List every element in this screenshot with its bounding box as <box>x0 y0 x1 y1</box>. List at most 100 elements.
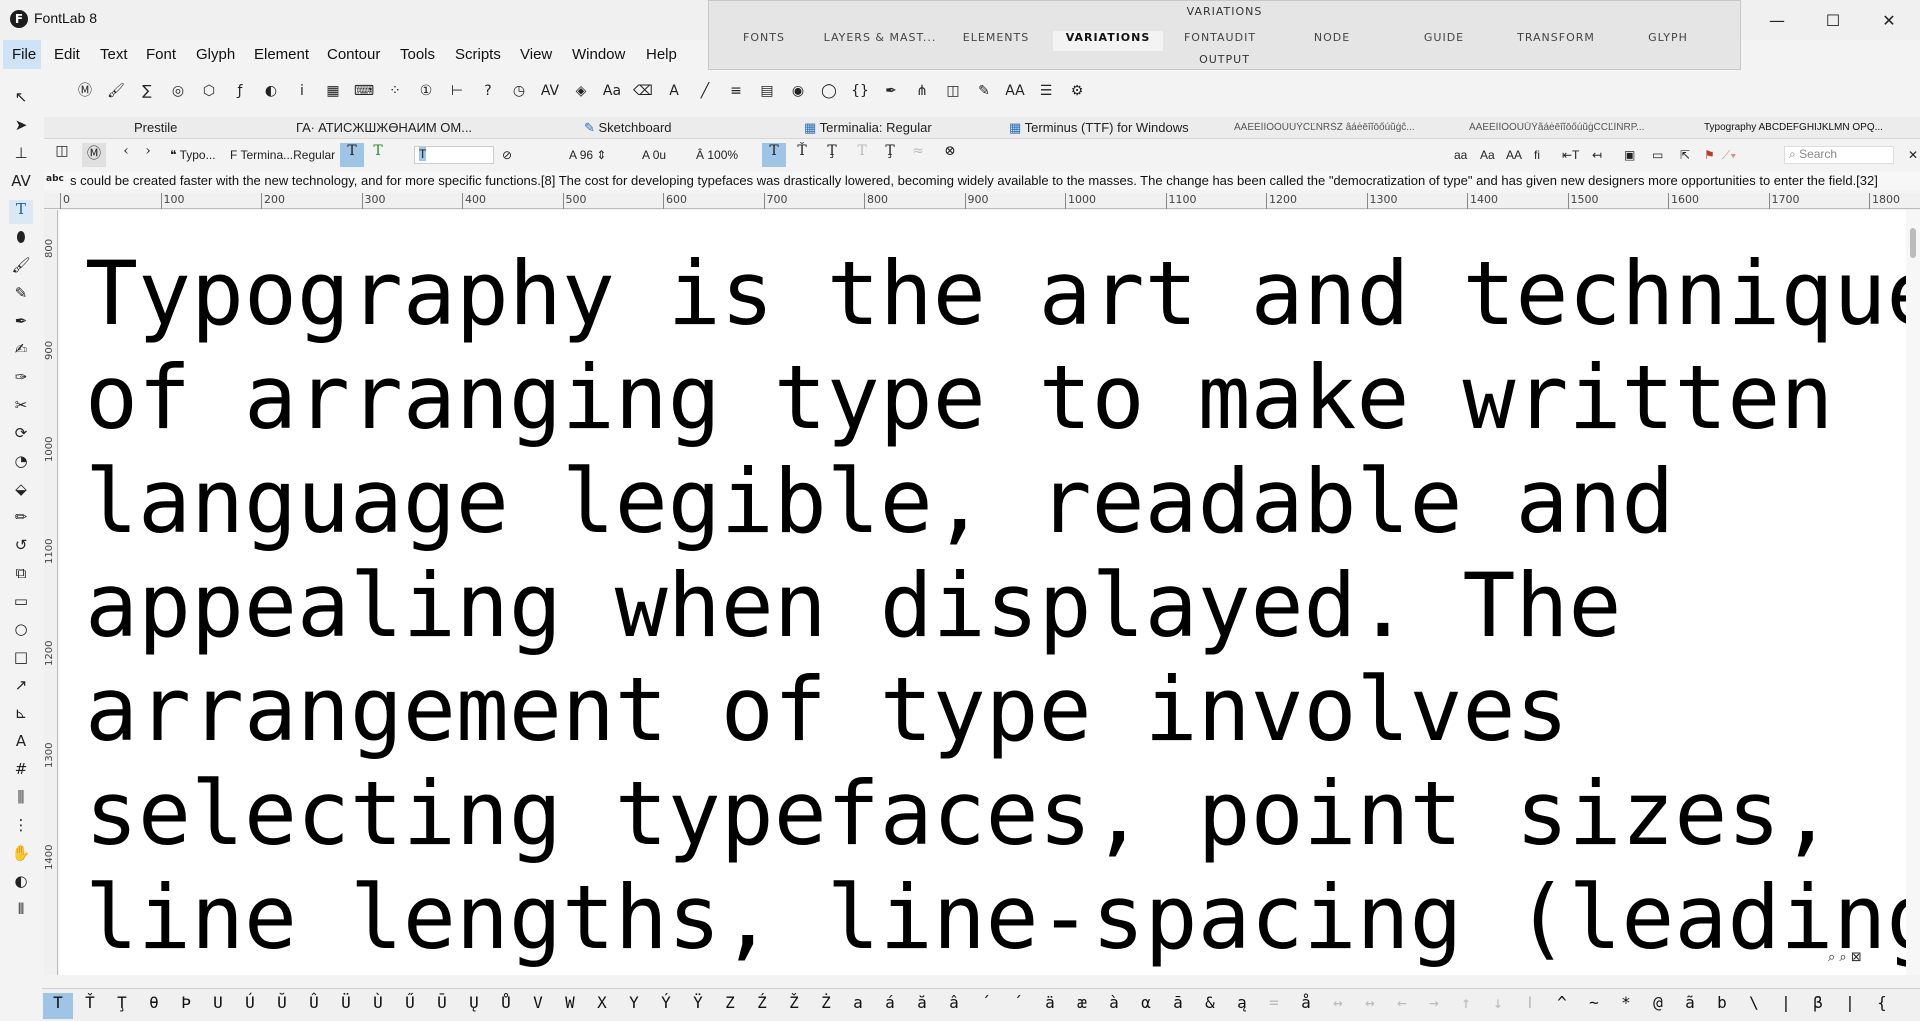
frame-icon[interactable]: ▣ <box>1624 148 1635 162</box>
glyph-cell[interactable]: Ŭ <box>267 993 297 1019</box>
tool-button[interactable]: ✒ <box>9 312 33 336</box>
tool-button[interactable]: ◐ <box>9 872 33 896</box>
knife-icon[interactable]: ╱ <box>694 80 716 102</box>
glyph-cell[interactable]: \ <box>1739 993 1769 1019</box>
glyph-cell[interactable]: ã <box>1675 993 1705 1019</box>
info-icon[interactable]: i <box>291 80 313 102</box>
glyph-cell[interactable]: Ý <box>651 993 681 1019</box>
text-line-strip[interactable]: abc s could be created faster with the n… <box>44 172 1920 190</box>
glyph-cell[interactable]: Ü <box>331 993 361 1019</box>
shapes-icon[interactable]: ◫ <box>942 80 964 102</box>
zoom-tool-icons[interactable]: ⌕ ⌕ ⊠ <box>1828 950 1862 965</box>
tool-button[interactable]: ✂ <box>9 396 33 420</box>
glyph-cell[interactable]: Ż <box>811 993 841 1019</box>
glyph-cell[interactable]: Ť <box>75 993 105 1019</box>
glyph-cell[interactable]: â <box>939 993 969 1019</box>
glyph-cell[interactable]: Ů <box>491 993 521 1019</box>
case-title-icon[interactable]: Aa <box>1480 148 1495 162</box>
glyph-cell[interactable]: X <box>587 993 617 1019</box>
tree-icon[interactable]: ⋔ <box>911 80 933 102</box>
palette-icon[interactable]: ◎ <box>167 80 189 102</box>
glyph-cell[interactable]: ´ <box>1003 993 1033 1019</box>
text-name[interactable]: ❝ Typo... <box>170 148 216 162</box>
tool-button[interactable]: ⊥ <box>9 144 33 168</box>
tool-button[interactable]: ↗ <box>9 676 33 700</box>
menu-view[interactable]: View <box>520 46 552 63</box>
close-bar-icon[interactable]: ✕ <box>1908 148 1918 162</box>
tool-button[interactable]: ⋮ <box>9 816 33 840</box>
doc-tab-accents-1[interactable]: ĀĂĖĒĪĪŌŐŪŬŸĈĽŇŔŠŽ âáėēīĭōőúŭġĉ... <box>1234 122 1439 133</box>
tool-button[interactable]: ⦀ <box>9 900 33 924</box>
minimize-button[interactable]: — <box>1749 0 1805 40</box>
glyph-cell[interactable]: ↔ <box>1355 993 1385 1019</box>
glyph-cell[interactable]: ~ <box>1579 993 1609 1019</box>
prev-icon[interactable]: ‹ <box>114 143 138 167</box>
help-icon[interactable]: ? <box>477 80 499 102</box>
moon-icon[interactable]: ◐ <box>260 80 282 102</box>
glyph-cell[interactable]: æ <box>1067 993 1097 1019</box>
tool-button[interactable]: ✎ <box>9 284 33 308</box>
text-aa-icon[interactable]: Aa <box>601 80 623 102</box>
tool-button[interactable]: 🖌 <box>9 256 33 280</box>
glyph-cell[interactable]: ä <box>1035 993 1065 1019</box>
tool-button[interactable]: ✋ <box>9 844 33 868</box>
tool-button[interactable]: ✍ <box>9 340 33 364</box>
aa-icon[interactable]: AA <box>1004 80 1026 102</box>
menu-tools[interactable]: Tools <box>400 46 435 63</box>
glasses-icon[interactable]: ⊗ <box>938 143 962 167</box>
search-input[interactable]: ⌕ Search <box>1784 146 1894 164</box>
glyph-cell[interactable]: Ú <box>235 993 265 1019</box>
glyph-cell[interactable]: | <box>1771 993 1801 1019</box>
text-canvas[interactable]: Typography is the art and technique of ar… <box>59 210 1906 975</box>
sigma-icon[interactable]: ∑ <box>136 80 158 102</box>
menu-font[interactable]: Font <box>146 46 176 63</box>
tool-button[interactable]: ⫼ <box>9 788 33 812</box>
tool-button[interactable]: ▭ <box>9 592 33 616</box>
master-icon[interactable]: Ⓜ <box>82 143 106 167</box>
window-icon[interactable]: ▭ <box>1652 148 1663 162</box>
flag-icon[interactable]: ⚑ <box>1704 148 1715 162</box>
text-box-icon[interactable]: A <box>663 80 685 102</box>
glyph-cell[interactable]: Ű <box>395 993 425 1019</box>
glyph-input[interactable]: T <box>414 146 494 164</box>
doc-tab-prestile[interactable]: Prestile <box>134 120 244 135</box>
glyph-cell[interactable]: | <box>1835 993 1865 1019</box>
menu-edit[interactable]: Edit <box>54 46 80 63</box>
tool-button[interactable]: ⧉ <box>9 564 33 588</box>
tool-button[interactable]: A <box>9 732 33 756</box>
sidebar-toggle-icon[interactable]: ◫ <box>50 143 74 167</box>
align-b-button[interactable]: Ţ <box>820 143 844 167</box>
vertical-ruler[interactable]: 800 900 1000 1100 1200 1300 1400 <box>44 210 58 975</box>
glyph-cell[interactable]: b <box>1707 993 1737 1019</box>
tool-button[interactable]: AV <box>9 172 33 196</box>
align-top-button[interactable]: T <box>762 143 786 167</box>
glyph-cell[interactable]: Ù <box>363 993 393 1019</box>
eye-icon[interactable]: ◉ <box>787 80 809 102</box>
tracking-field[interactable]: A 0u <box>642 148 666 162</box>
tab-layers-masters[interactable]: LAYERS & MAST... <box>821 31 939 51</box>
font-size-field[interactable]: A 96 ⇕ <box>569 148 606 162</box>
line-color-icon[interactable]: ⟋▾ <box>1722 148 1736 163</box>
glyph-cell[interactable]: ǀ <box>1515 993 1545 1019</box>
glyph-cell[interactable]: ă <box>907 993 937 1019</box>
glyph-cell[interactable]: ´ <box>971 993 1001 1019</box>
glyph-cell[interactable]: Ų <box>459 993 489 1019</box>
list-icon[interactable]: ☰ <box>1035 80 1057 102</box>
layers-icon[interactable]: ◈ <box>570 80 592 102</box>
glyph-cell[interactable]: → <box>1419 993 1449 1019</box>
glyph-cell[interactable]: * <box>1611 993 1641 1019</box>
tab-glyph[interactable]: GLYPH <box>1613 31 1723 51</box>
glyph-cell[interactable]: á <box>875 993 905 1019</box>
vertical-scrollbar[interactable] <box>1906 210 1920 975</box>
align-c-button[interactable]: T <box>850 143 874 167</box>
glyph-cell[interactable]: ← <box>1387 993 1417 1019</box>
glyph-cell[interactable]: W <box>555 993 585 1019</box>
pen-icon[interactable]: ✎ <box>973 80 995 102</box>
tab-fontaudit[interactable]: FONTAUDIT <box>1165 31 1275 51</box>
glyph-cell[interactable]: β <box>1803 993 1833 1019</box>
tool-button[interactable]: ➤ <box>9 116 33 140</box>
glyph-cell[interactable]: α <box>1131 993 1161 1019</box>
doc-tab-typography[interactable]: Typography ABCDEFGHIJKLMN OPQ... <box>1704 122 1914 133</box>
tool-button[interactable]: ↺ <box>9 536 33 560</box>
grid-dots-icon[interactable]: ⁘ <box>384 80 406 102</box>
